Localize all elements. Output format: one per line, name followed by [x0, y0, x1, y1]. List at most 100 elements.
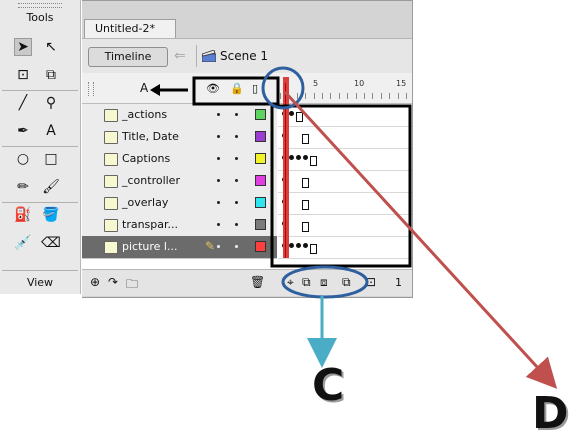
visibility-toggle[interactable] [217, 135, 220, 138]
frame-row[interactable] [278, 214, 412, 237]
layer-outline-color-swatch[interactable] [255, 219, 266, 230]
frame-row[interactable] [278, 148, 412, 171]
layer-name: transpar... [122, 218, 179, 231]
layer-row[interactable]: _controller [82, 170, 277, 193]
keyframe[interactable] [303, 155, 308, 160]
center-frame-icon[interactable]: ⌖ [287, 275, 294, 290]
free-transform-icon[interactable]: ⊡ [14, 66, 32, 84]
ruler-tick [406, 93, 407, 99]
onion-skin-icon[interactable]: ⧉ [302, 275, 311, 290]
frame-row[interactable] [278, 192, 412, 215]
layer-outline-color-swatch[interactable] [255, 241, 266, 252]
visibility-toggle[interactable] [217, 179, 220, 182]
timeline-footer: ⊕ ↷ 🗀 🗑 ⌖ ⧉ ⧈ ⧉ ⊡ 1 [82, 269, 412, 296]
line-icon[interactable]: ╱ [14, 94, 32, 112]
end-frame-marker[interactable] [302, 178, 309, 188]
visibility-toggle[interactable] [217, 113, 220, 116]
end-frame-marker[interactable] [302, 200, 309, 210]
lock-toggle[interactable] [235, 201, 238, 204]
layer-outline-color-swatch[interactable] [255, 109, 266, 120]
layer-outline-color-swatch[interactable] [255, 131, 266, 142]
layer-name: picture l... [122, 240, 178, 253]
frame-row[interactable] [278, 126, 412, 149]
frame-row[interactable] [278, 170, 412, 193]
delete-layer-icon[interactable]: 🗑 [250, 275, 265, 289]
keyframe[interactable] [296, 243, 301, 248]
layer-outline-color-swatch[interactable] [255, 153, 266, 164]
paint-bucket-icon[interactable]: 🪣 [42, 206, 60, 224]
text-icon[interactable]: A [42, 122, 60, 140]
ruler-number: 5 [313, 79, 319, 88]
lock-toggle[interactable] [235, 223, 238, 226]
layer-row[interactable]: Title, Date [82, 126, 277, 149]
keyframe[interactable] [296, 155, 301, 160]
frame-row[interactable] [278, 236, 412, 259]
ink-bottle-icon[interactable]: ⛽ [14, 206, 32, 224]
panel-grip[interactable] [18, 3, 62, 8]
layer-outline-color-swatch[interactable] [255, 197, 266, 208]
lock-toggle[interactable] [235, 179, 238, 182]
layer-row[interactable]: Captions [82, 148, 277, 171]
ruler-tick [364, 93, 365, 99]
keyframe[interactable] [289, 111, 294, 116]
oval-icon[interactable]: ○ [14, 150, 32, 168]
lock-toggle[interactable] [235, 135, 238, 138]
eraser-icon[interactable]: ⌫ [41, 234, 61, 252]
document-tab[interactable]: Untitled-2* [84, 19, 176, 38]
end-frame-marker[interactable] [310, 244, 317, 254]
visibility-toggle[interactable] [217, 157, 220, 160]
subselection-icon[interactable]: ↖ [42, 38, 60, 56]
onion-skin-outlines-icon[interactable]: ⧈ [320, 275, 328, 290]
lock-icon[interactable]: 🔒 [230, 82, 244, 95]
end-frame-marker[interactable] [310, 156, 317, 166]
visibility-toggle[interactable] [217, 223, 220, 226]
edit-multiple-frames-icon[interactable]: ⧉ [342, 275, 351, 290]
show-hide-eye-icon[interactable]: 👁 [206, 82, 220, 95]
frame-row[interactable] [278, 104, 412, 127]
add-motion-guide-icon[interactable]: ↷ [108, 275, 118, 289]
playhead[interactable] [283, 77, 289, 258]
edit-bar-divider [196, 45, 197, 67]
end-frame-marker[interactable] [296, 112, 303, 122]
visibility-toggle[interactable] [217, 245, 220, 248]
pen-icon[interactable]: ✒ [14, 122, 32, 140]
brush-icon[interactable]: 🖌 [42, 178, 60, 196]
back-arrow-icon[interactable]: ⇐ [174, 48, 186, 64]
layer-name: _overlay [122, 196, 169, 209]
rectangle-icon[interactable]: □ [42, 150, 60, 168]
timeline-toggle-button[interactable]: Timeline [88, 47, 168, 67]
selection-arrow-icon[interactable]: ➤ [14, 38, 32, 56]
end-frame-marker[interactable] [302, 222, 309, 232]
tools-title: Tools [26, 11, 54, 24]
timeline-grip[interactable] [88, 82, 94, 96]
new-layer-icon[interactable]: ⊕ [90, 275, 100, 289]
layer-type-icon [104, 109, 118, 122]
layer-row[interactable]: picture l... ✎ [82, 236, 277, 259]
lasso-icon[interactable]: ⚲ [42, 94, 60, 112]
visibility-toggle[interactable] [217, 201, 220, 204]
pencil-icon[interactable]: ✏ [14, 178, 32, 196]
annotation-label-a: A [140, 81, 149, 95]
layer-outline-color-swatch[interactable] [255, 175, 266, 186]
layer-row[interactable]: _overlay [82, 192, 277, 215]
view-section-label: View [26, 276, 54, 289]
ruler-tick [322, 93, 323, 99]
end-frame-marker[interactable] [302, 134, 309, 144]
eyedropper-icon[interactable]: 💉 [14, 234, 32, 252]
lock-toggle[interactable] [235, 157, 238, 160]
ruler-tick [372, 93, 374, 99]
lock-toggle[interactable] [235, 245, 238, 248]
lock-toggle[interactable] [235, 113, 238, 116]
current-frame-readout: 1 [395, 276, 402, 289]
new-folder-icon[interactable]: 🗀 [126, 275, 138, 296]
scene-label[interactable]: Scene 1 [220, 49, 268, 63]
keyframe[interactable] [303, 243, 308, 248]
modify-onion-markers-icon[interactable]: ⊡ [366, 275, 376, 289]
outline-square-icon[interactable]: ▯ [252, 82, 258, 95]
gradient-transform-icon[interactable]: ⧉ [42, 66, 60, 84]
layer-row[interactable]: _actions [82, 104, 277, 127]
keyframe[interactable] [289, 243, 294, 248]
frame-grid[interactable] [278, 104, 412, 259]
keyframe[interactable] [289, 155, 294, 160]
layer-row[interactable]: transpar... [82, 214, 277, 237]
